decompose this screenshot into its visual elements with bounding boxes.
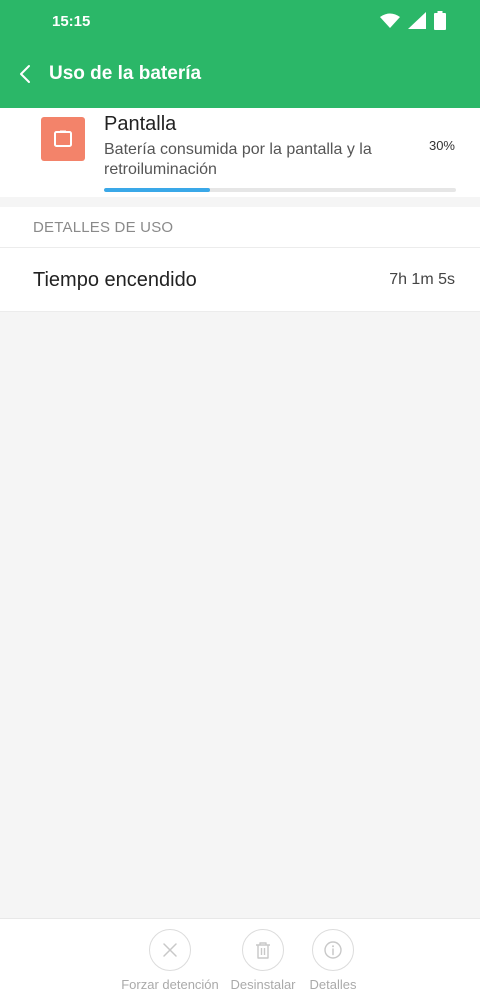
wifi-icon <box>380 13 400 28</box>
usage-progress-fill <box>104 188 210 192</box>
detail-row-screen-on-time: Tiempo encendido 7h 1m 5s <box>0 248 480 312</box>
page-title: Uso de la batería <box>49 63 202 84</box>
usage-progress-bar <box>104 188 456 192</box>
status-icons <box>380 11 446 30</box>
app-bar: Uso de la batería <box>0 42 480 108</box>
section-header: DETALLES DE USO <box>0 207 480 248</box>
bottom-action-bar: Forzar detención Desinstalar Detalles <box>0 918 480 999</box>
battery-icon <box>434 11 446 30</box>
app-name: Pantalla <box>104 113 177 135</box>
force-stop-label: Forzar detención <box>121 977 219 992</box>
detail-label: Tiempo encendido <box>33 269 197 291</box>
section-title: DETALLES DE USO <box>33 219 174 236</box>
screen-icon <box>41 117 85 161</box>
status-time: 15:15 <box>52 13 91 30</box>
battery-summary-card: Pantalla Batería consumida por la pantal… <box>0 108 480 197</box>
details-label: Detalles <box>309 977 357 992</box>
usage-percent: 30% <box>428 138 455 153</box>
close-icon <box>149 929 191 971</box>
detail-value: 7h 1m 5s <box>389 271 455 288</box>
details-button[interactable]: Detalles <box>278 929 388 992</box>
status-bar: 15:15 <box>0 0 480 42</box>
app-description: Batería consumida por la pantalla y la r… <box>104 141 372 178</box>
signal-icon <box>408 12 426 29</box>
back-arrow-icon[interactable] <box>16 63 38 85</box>
info-icon <box>312 929 354 971</box>
